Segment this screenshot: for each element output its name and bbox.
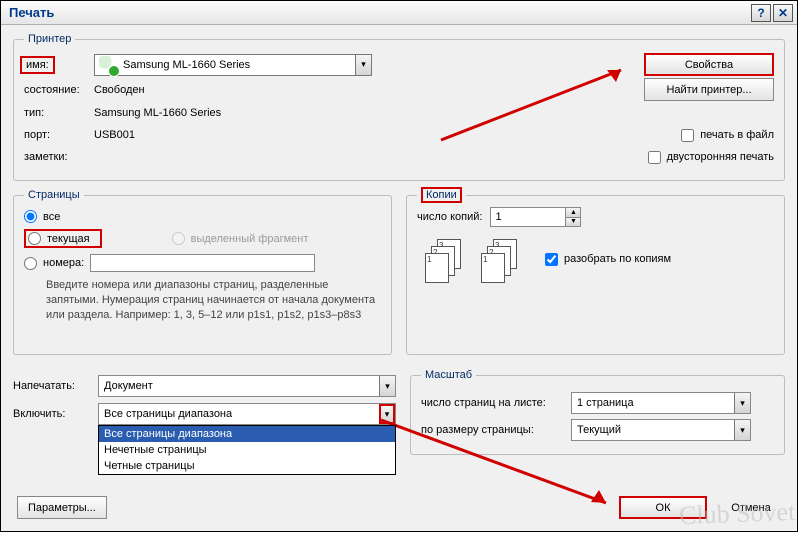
chevron-down-icon[interactable] bbox=[355, 55, 371, 75]
properties-button[interactable]: Свойства bbox=[644, 53, 774, 76]
copies-count-spinner[interactable]: ▲ ▼ bbox=[490, 207, 581, 227]
printer-type-value: Samsung ML-1660 Series bbox=[94, 107, 221, 119]
printer-port-value: USB001 bbox=[94, 129, 135, 141]
pages-per-sheet-label: число страниц на листе: bbox=[421, 397, 571, 409]
titlebar: Печать ? ✕ bbox=[1, 1, 797, 25]
printer-state-label: состояние: bbox=[24, 84, 94, 96]
include-option[interactable]: Нечетные страницы bbox=[99, 442, 395, 458]
printer-state-value: Свободен bbox=[94, 84, 145, 96]
printer-icon bbox=[99, 56, 117, 74]
printer-notes-label: заметки: bbox=[24, 151, 94, 163]
help-button[interactable]: ? bbox=[751, 4, 771, 22]
collate-illustration-2: 3 2 1 bbox=[481, 239, 521, 285]
close-button[interactable]: ✕ bbox=[773, 4, 793, 22]
chevron-down-icon[interactable] bbox=[734, 420, 750, 440]
collate-illustration-1: 3 2 1 bbox=[425, 239, 465, 285]
include-dropdown-list: Все страницы диапазона Нечетные страницы… bbox=[98, 425, 396, 475]
copies-count-label: число копий: bbox=[417, 211, 482, 223]
pages-selection-radio: выделенный фрагмент bbox=[172, 232, 309, 245]
printer-port-label: порт: bbox=[24, 129, 94, 141]
print-what-select[interactable]: Документ bbox=[98, 375, 396, 397]
include-label: Включить: bbox=[13, 408, 98, 420]
printer-legend: Принтер bbox=[24, 33, 75, 45]
pages-current-radio[interactable]: текущая bbox=[24, 229, 102, 248]
page-numbers-input[interactable] bbox=[90, 254, 315, 272]
params-button[interactable]: Параметры... bbox=[17, 496, 107, 519]
scale-group: Масштаб число страниц на листе: 1 страни… bbox=[410, 369, 785, 455]
include-option[interactable]: Четные страницы bbox=[99, 458, 395, 474]
chevron-down-icon[interactable] bbox=[379, 404, 395, 424]
find-printer-button[interactable]: Найти принтер... bbox=[644, 78, 774, 101]
pages-hint: Введите номера или диапазоны страниц, ра… bbox=[46, 278, 381, 323]
pages-group: Страницы все текущая выделенный фрагмент bbox=[13, 189, 392, 355]
scale-to-paper-label: по размеру страницы: bbox=[421, 424, 571, 436]
copies-legend: Копии bbox=[417, 189, 466, 201]
printer-name-select[interactable]: Samsung ML-1660 Series bbox=[94, 54, 372, 76]
print-dialog: Печать ? ✕ Принтер имя: Samsung ML-1660 … bbox=[0, 0, 798, 532]
printer-name-value: Samsung ML-1660 Series bbox=[123, 59, 355, 71]
printer-type-label: тип: bbox=[24, 107, 94, 119]
cancel-button[interactable]: Отмена bbox=[721, 496, 781, 519]
spinner-down-icon[interactable]: ▼ bbox=[566, 218, 580, 227]
copies-count-input[interactable] bbox=[491, 208, 565, 226]
pages-numbers-radio[interactable]: номера: bbox=[24, 254, 381, 272]
scale-legend: Масштаб bbox=[421, 369, 476, 381]
include-option[interactable]: Все страницы диапазона bbox=[99, 426, 395, 442]
collate-checkbox[interactable]: разобрать по копиям bbox=[545, 253, 671, 266]
ok-button[interactable]: ОК bbox=[619, 496, 707, 519]
include-select[interactable]: Все страницы диапазона Все страницы диап… bbox=[98, 403, 396, 425]
scale-to-paper-select[interactable]: Текущий bbox=[571, 419, 751, 441]
print-to-file-checkbox[interactable]: печать в файл bbox=[681, 129, 774, 142]
printer-name-label: имя: bbox=[24, 58, 94, 72]
print-what-label: Напечатать: bbox=[13, 380, 98, 392]
window-title: Печать bbox=[5, 5, 749, 20]
spinner-up-icon[interactable]: ▲ bbox=[566, 208, 580, 218]
printer-group: Принтер имя: Samsung ML-1660 Series Свой… bbox=[13, 33, 785, 181]
pages-per-sheet-select[interactable]: 1 страница bbox=[571, 392, 751, 414]
copies-group: Копии число копий: ▲ ▼ 3 2 bbox=[406, 189, 785, 355]
duplex-checkbox[interactable]: двусторонняя печать bbox=[648, 151, 774, 164]
pages-legend: Страницы bbox=[24, 189, 84, 201]
chevron-down-icon[interactable] bbox=[379, 376, 395, 396]
chevron-down-icon[interactable] bbox=[734, 393, 750, 413]
pages-all-radio[interactable]: все bbox=[24, 210, 381, 223]
